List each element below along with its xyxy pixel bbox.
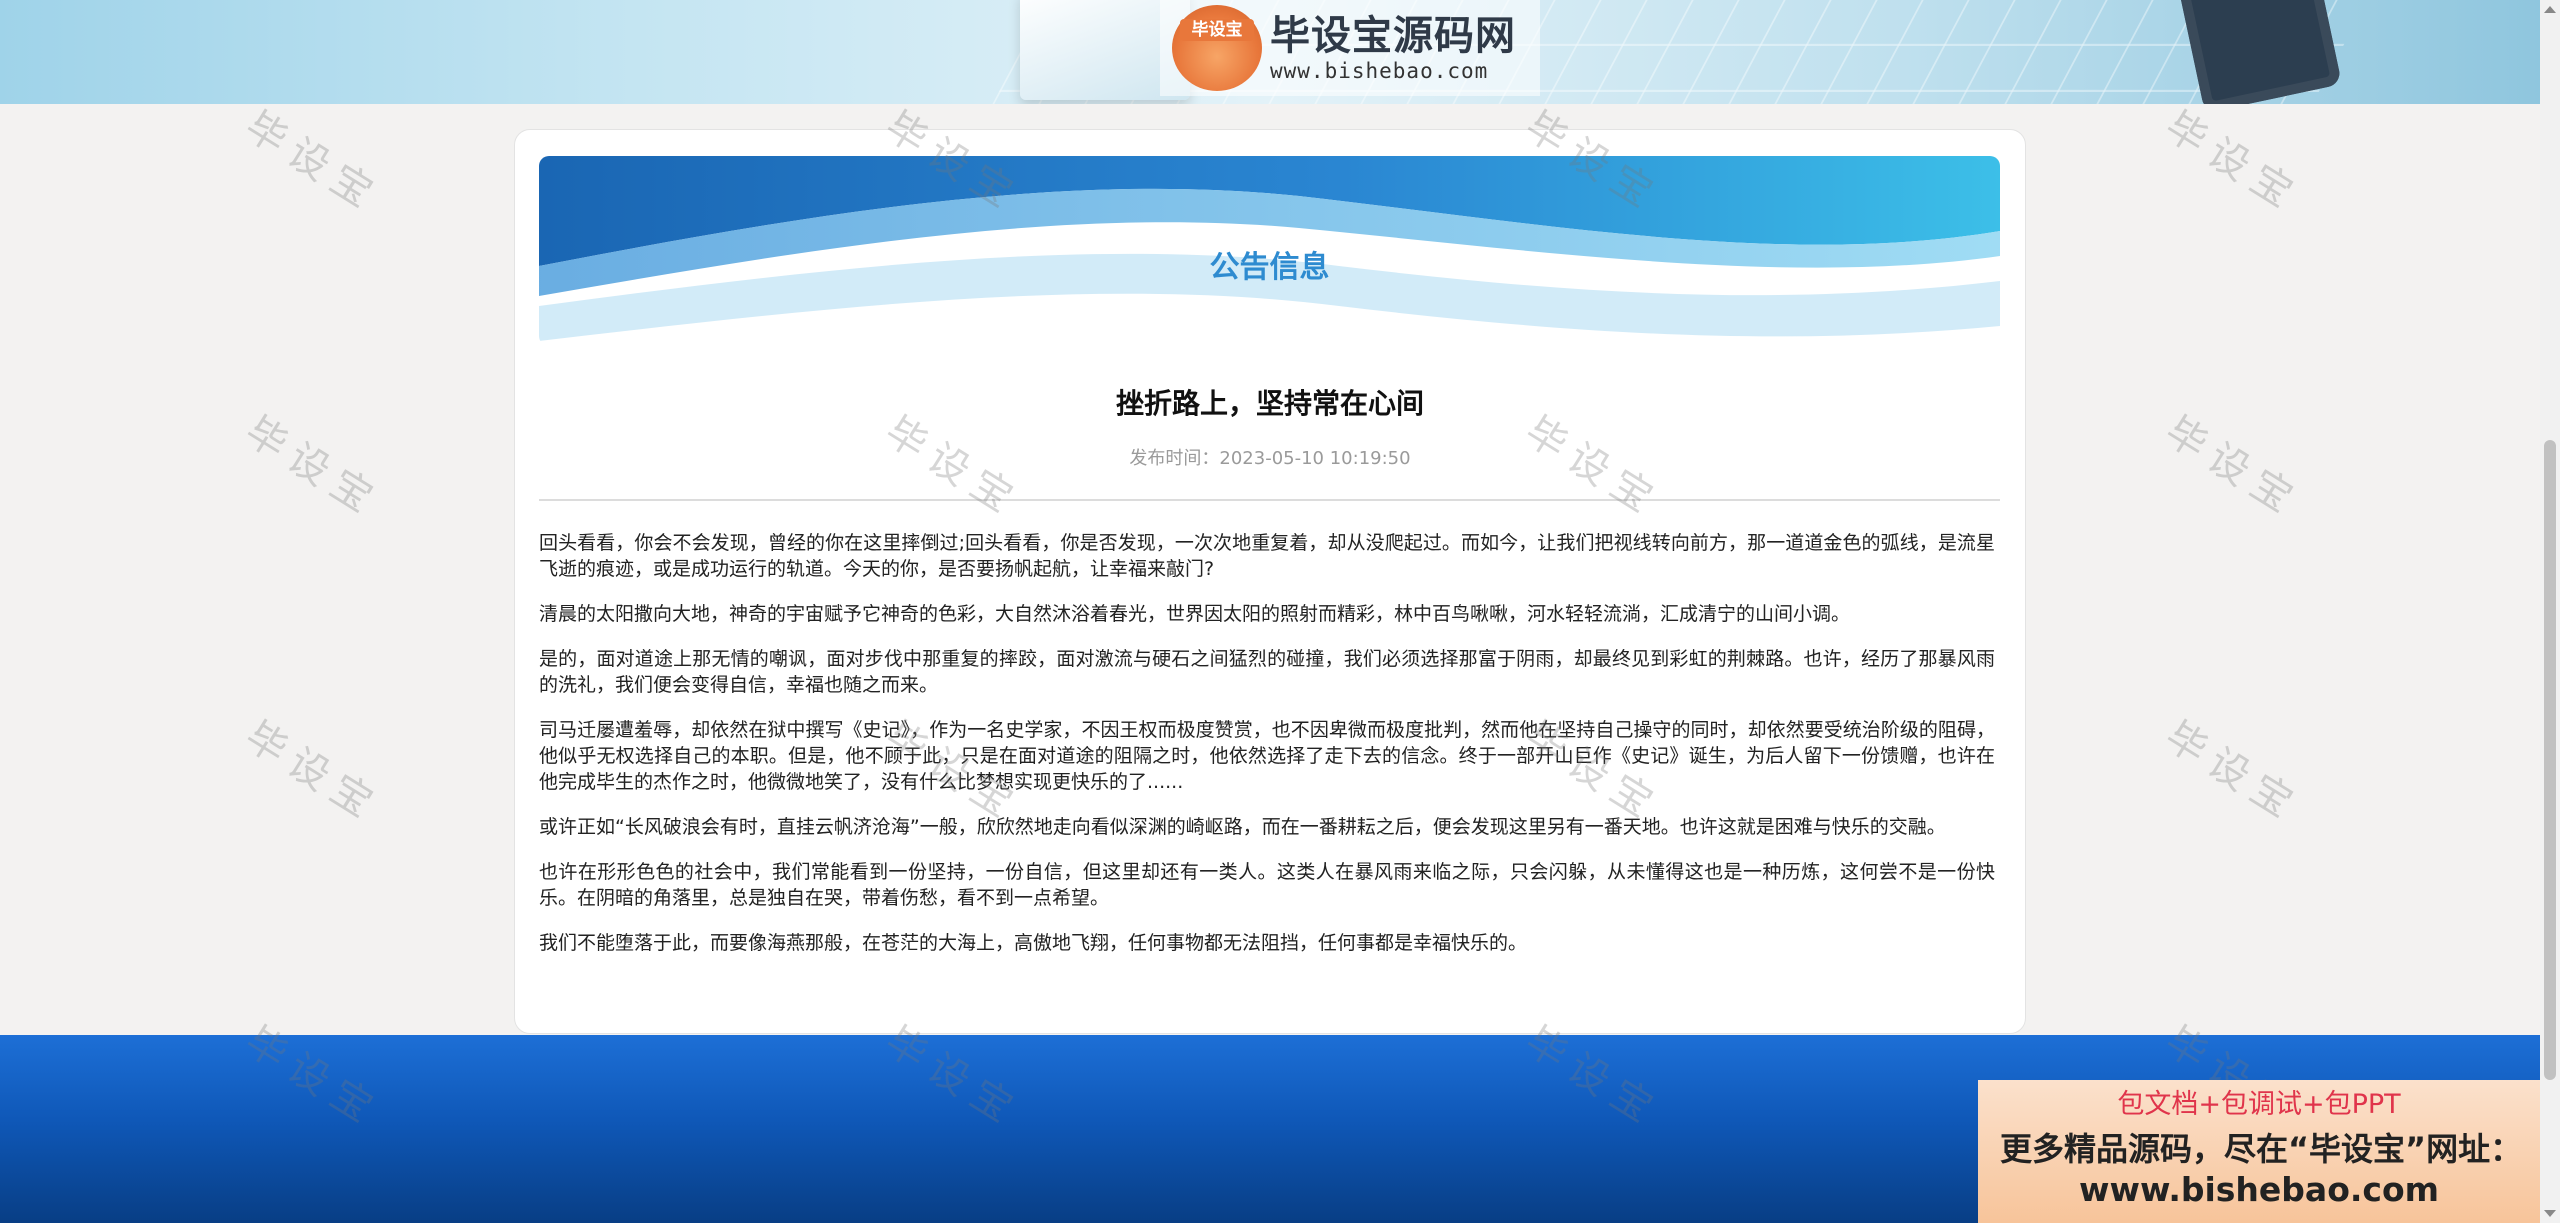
ad-website[interactable]: www.bishebao.com	[1978, 1170, 2540, 1209]
banner-device-decoration	[2178, 0, 2342, 104]
top-banner: 毕设宝 毕设宝源码网 www.bishebao.com	[0, 0, 2540, 104]
watermark: 毕设宝	[2157, 103, 2309, 222]
watermark: 毕设宝	[237, 408, 389, 527]
watermark: 毕设宝	[237, 103, 389, 222]
ad-slogan: 更多精品源码，尽在“毕设宝”网址：	[2000, 1130, 2523, 1168]
watermark: 毕设宝	[2157, 408, 2309, 527]
article-paragraph: 是的，面对道途上那无情的嘲讽，面对步伐中那重复的摔跤，面对激流与硬石之间猛烈的碰…	[539, 648, 1995, 696]
watermark: 毕设宝	[2157, 713, 2309, 832]
logo-badge: 毕设宝	[1180, 19, 1254, 41]
article-paragraph: 清晨的太阳撒向大地，神奇的宇宙赋予它神奇的色彩，大自然沐浴着春光，世界因太阳的照…	[539, 603, 1851, 625]
article-paragraph: 回头看看，你会不会发现，曾经的你在这里摔倒过;回头看看，你是否发现，一次次地重复…	[539, 532, 1995, 580]
scroll-up-arrow-icon[interactable]	[2544, 6, 2556, 13]
article-paragraph: 也许在形形色色的社会中，我们常能看到一份坚持，一份自信，但这里却还有一类人。这类…	[539, 861, 1995, 909]
article-paragraph: 或许正如“长风破浪会有时，直挂云帆济沧海”一般，欣欣然地走向看似深渊的崎岖路，而…	[539, 816, 1946, 838]
article-title: 挫折路上，坚持常在心间	[1115, 387, 1424, 420]
article-body: 回头看看，你会不会发现，曾经的你在这里摔倒过;回头看看，你是否发现，一次次地重复…	[539, 530, 1995, 975]
article-publish-time: 发布时间：2023-05-10 10:19:50	[1129, 448, 1411, 469]
logo-mascot-icon: 毕设宝	[1172, 5, 1262, 91]
scrollbar-thumb[interactable]	[2544, 440, 2556, 1080]
divider	[539, 499, 2000, 501]
watermark: 毕设宝	[237, 713, 389, 832]
article-paragraph: 我们不能堕落于此，而要像海燕那般，在苍茫的大海上，高傲地飞翔，任何事物都无法阻挡…	[539, 932, 1528, 954]
scroll-down-arrow-icon[interactable]	[2544, 1210, 2556, 1217]
site-logo[interactable]: 毕设宝 毕设宝源码网 www.bishebao.com	[1160, 0, 1540, 96]
announcement-card: 公告信息 挫折路上，坚持常在心间 发布时间：2023-05-10 10:19:5…	[514, 129, 2026, 1034]
promo-ad[interactable]: 包文档+包调试+包PPT 更多精品源码，尽在“毕设宝”网址： www.bishe…	[1978, 1080, 2540, 1223]
logo-title: 毕设宝源码网	[1270, 13, 1516, 59]
vertical-scrollbar[interactable]	[2540, 0, 2560, 1223]
ad-offer-text: 包文档+包调试+包PPT	[2117, 1089, 2401, 1120]
logo-url: www.bishebao.com	[1270, 59, 1489, 83]
article-paragraph: 司马迁屡遭羞辱，却依然在狱中撰写《史记》，作为一名史学家，不因王权而极度赞赏，也…	[539, 719, 1995, 793]
section-title: 公告信息	[1209, 250, 1330, 285]
section-header-banner: 公告信息	[539, 156, 2000, 346]
